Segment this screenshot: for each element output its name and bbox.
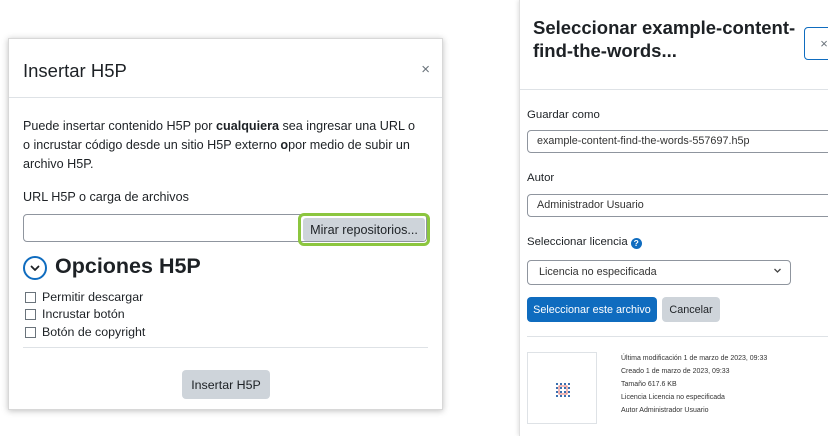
save-as-field[interactable]: example-content-find-the-words-557697.h5…: [527, 130, 828, 153]
cancel-button[interactable]: Cancelar: [662, 297, 720, 322]
checkbox-label: Incrustar botón: [42, 307, 125, 321]
license-selected-value: Licencia no especificada: [539, 266, 657, 278]
help-icon[interactable]: ?: [630, 238, 642, 249]
chevron-down-icon[interactable]: [23, 256, 47, 280]
select-file-dialog: Seleccionar example-content-find-the-wor…: [519, 0, 828, 436]
close-icon[interactable]: ×: [421, 61, 430, 78]
author-field[interactable]: Administrador Usuario: [527, 194, 828, 217]
chevron-down-icon: [773, 266, 782, 277]
dialog-header: Insertar H5P ×: [9, 39, 442, 98]
checkbox-row-embed[interactable]: Incrustar botón: [25, 307, 125, 321]
dialog-title: Seleccionar example-content-find-the-wor…: [533, 17, 796, 61]
url-field-label: URL H5P o carga de archivos: [23, 190, 189, 204]
copyright-checkbox[interactable]: [25, 326, 36, 338]
file-thumbnail: [527, 352, 597, 424]
divider: [23, 347, 428, 348]
license-label: Seleccionar licencia: [527, 236, 628, 248]
info-modified: Última modificación 1 de marzo de 2023, …: [621, 355, 768, 362]
info-license: Licencia Licencia no especificada: [621, 394, 725, 401]
file-info: Última modificación 1 de marzo de 2023, …: [621, 352, 767, 417]
checkbox-row-download[interactable]: Permitir descargar: [25, 290, 143, 304]
options-heading: Opciones H5P: [55, 254, 201, 278]
info-author: Autor Administrador Usuario: [621, 407, 709, 414]
author-label: Autor: [527, 172, 555, 184]
insert-h5p-dialog: Insertar H5P × Puede insertar contenido …: [8, 38, 443, 410]
info-size: Tamaño 617.6 KB: [621, 381, 677, 388]
embed-checkbox[interactable]: [25, 308, 36, 320]
license-label-row: Seleccionar licencia?: [527, 236, 642, 249]
download-checkbox[interactable]: [25, 291, 36, 303]
repo-button-highlight: Mirar repositorios...: [298, 213, 430, 246]
checkbox-label: Botón de copyright: [42, 325, 146, 339]
checkbox-label: Permitir descargar: [42, 290, 144, 304]
divider: [527, 336, 828, 337]
select-file-button[interactable]: Seleccionar este archivo: [527, 297, 657, 322]
dialog-header: Seleccionar example-content-find-the-wor…: [520, 0, 828, 90]
intro-text: Puede insertar contenido H5P por cualqui…: [23, 119, 416, 171]
save-as-label: Guardar como: [527, 109, 600, 121]
close-icon[interactable]: ×: [804, 27, 828, 60]
dialog-title: Insertar H5P: [23, 60, 127, 81]
h5p-file-icon: [556, 383, 570, 397]
license-select[interactable]: Licencia no especificada: [527, 260, 791, 285]
insert-h5p-button[interactable]: Insertar H5P: [182, 370, 270, 399]
browse-repositories-button[interactable]: Mirar repositorios...: [303, 218, 425, 241]
info-created: Creado 1 de marzo de 2023, 09:33: [621, 368, 730, 375]
checkbox-row-copyright[interactable]: Botón de copyright: [25, 325, 145, 339]
